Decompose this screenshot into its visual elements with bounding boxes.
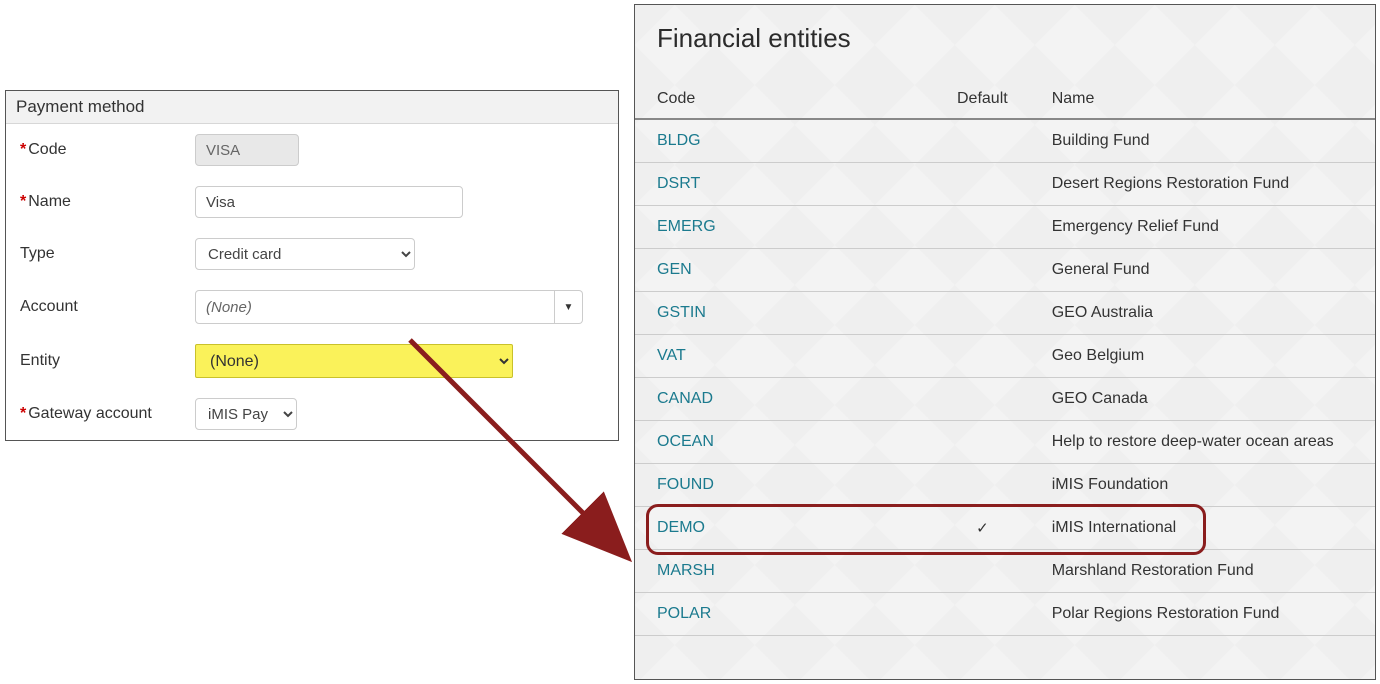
table-row: BLDG Building Fund [635, 119, 1375, 163]
cell-name: iMIS Foundation [1030, 464, 1375, 507]
cell-default [935, 335, 1030, 378]
type-select[interactable]: Credit card [195, 238, 415, 270]
cell-default [935, 421, 1030, 464]
entity-code-link[interactable]: POLAR [657, 605, 711, 622]
cell-name: General Fund [1030, 249, 1375, 292]
row-entity: Entity (None) [6, 334, 618, 388]
cell-code: POLAR [635, 593, 935, 636]
cell-default [935, 163, 1030, 206]
cell-code: GSTIN [635, 292, 935, 335]
label-gateway: *Gateway account [20, 405, 195, 423]
col-header-default[interactable]: Default [935, 80, 1030, 119]
table-row: EMERG Emergency Relief Fund [635, 206, 1375, 249]
cell-code: DEMO [635, 507, 935, 550]
cell-default [935, 593, 1030, 636]
entity-code-link[interactable]: DSRT [657, 175, 700, 192]
cell-default [935, 378, 1030, 421]
entity-code-link[interactable]: DEMO [657, 519, 705, 536]
entity-code-link[interactable]: GEN [657, 261, 692, 278]
entity-code-link[interactable]: MARSH [657, 562, 715, 579]
cell-name: Geo Belgium [1030, 335, 1375, 378]
entity-code-link[interactable]: GSTIN [657, 304, 706, 321]
label-entity: Entity [20, 352, 195, 370]
cell-name: Emergency Relief Fund [1030, 206, 1375, 249]
table-row: CANAD GEO Canada [635, 378, 1375, 421]
cell-default [935, 292, 1030, 335]
cell-name: GEO Canada [1030, 378, 1375, 421]
code-input [195, 134, 299, 166]
table-row: POLAR Polar Regions Restoration Fund [635, 593, 1375, 636]
cell-name: Marshland Restoration Fund [1030, 550, 1375, 593]
checkmark-icon: ✓ [976, 520, 989, 537]
table-row: GEN General Fund [635, 249, 1375, 292]
financial-entities-panel: Financial entities Code Default Name BLD… [634, 4, 1376, 680]
cell-code: DSRT [635, 163, 935, 206]
required-asterisk: * [20, 193, 26, 210]
caret-down-icon: ▼ [564, 302, 574, 313]
row-name: *Name [6, 176, 618, 228]
cell-name: GEO Australia [1030, 292, 1375, 335]
entity-code-link[interactable]: VAT [657, 347, 686, 364]
table-row: MARSH Marshland Restoration Fund [635, 550, 1375, 593]
label-type: Type [20, 245, 195, 263]
label-code: *Code [20, 141, 195, 159]
table-row: VAT Geo Belgium [635, 335, 1375, 378]
account-combo: ▼ [195, 290, 583, 324]
table-row: FOUND iMIS Foundation [635, 464, 1375, 507]
entities-title: Financial entities [635, 5, 1375, 80]
label-account: Account [20, 298, 195, 316]
account-dropdown-button[interactable]: ▼ [555, 290, 583, 324]
cell-name: Polar Regions Restoration Fund [1030, 593, 1375, 636]
row-code: *Code [6, 124, 618, 176]
cell-name: Desert Regions Restoration Fund [1030, 163, 1375, 206]
entity-code-link[interactable]: BLDG [657, 132, 701, 149]
table-row: DEMO ✓ iMIS International [635, 507, 1375, 550]
cell-name: iMIS International [1030, 507, 1375, 550]
required-asterisk: * [20, 141, 26, 158]
cell-code: FOUND [635, 464, 935, 507]
table-row: GSTIN GEO Australia [635, 292, 1375, 335]
cell-default [935, 249, 1030, 292]
cell-code: EMERG [635, 206, 935, 249]
cell-code: BLDG [635, 119, 935, 163]
name-input[interactable] [195, 186, 463, 218]
cell-code: GEN [635, 249, 935, 292]
required-asterisk: * [20, 405, 26, 422]
table-row: DSRT Desert Regions Restoration Fund [635, 163, 1375, 206]
cell-default [935, 206, 1030, 249]
row-gateway: *Gateway account iMIS Pay [6, 388, 618, 440]
label-name: *Name [20, 193, 195, 211]
entity-code-link[interactable]: OCEAN [657, 433, 714, 450]
row-type: Type Credit card [6, 228, 618, 280]
table-row: OCEAN Help to restore deep-water ocean ar… [635, 421, 1375, 464]
payment-method-panel: Payment method *Code *Name Type Credit c… [5, 90, 619, 441]
entity-code-link[interactable]: EMERG [657, 218, 716, 235]
cell-default [935, 550, 1030, 593]
panel-title: Payment method [6, 91, 618, 124]
cell-name: Help to restore deep-water ocean areas [1030, 421, 1375, 464]
entity-select[interactable]: (None) [195, 344, 513, 378]
cell-default: ✓ [935, 507, 1030, 550]
cell-default [935, 119, 1030, 163]
cell-code: MARSH [635, 550, 935, 593]
cell-code: OCEAN [635, 421, 935, 464]
entity-code-link[interactable]: FOUND [657, 476, 714, 493]
cell-code: VAT [635, 335, 935, 378]
cell-name: Building Fund [1030, 119, 1375, 163]
row-account: Account ▼ [6, 280, 618, 334]
cell-code: CANAD [635, 378, 935, 421]
entities-table: Code Default Name BLDGBuilding FundDSRTD… [635, 80, 1375, 636]
cell-default [935, 464, 1030, 507]
entity-code-link[interactable]: CANAD [657, 390, 713, 407]
account-input[interactable] [195, 290, 555, 324]
col-header-name[interactable]: Name [1030, 80, 1375, 119]
col-header-code[interactable]: Code [635, 80, 935, 119]
gateway-select[interactable]: iMIS Pay [195, 398, 297, 430]
table-header-row: Code Default Name [635, 80, 1375, 119]
